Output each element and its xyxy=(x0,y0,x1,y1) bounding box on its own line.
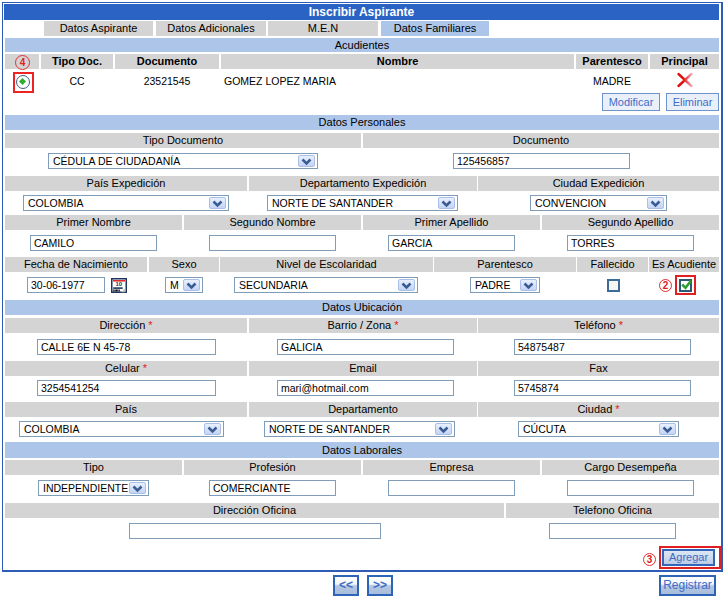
svg-text:10: 10 xyxy=(115,281,122,287)
